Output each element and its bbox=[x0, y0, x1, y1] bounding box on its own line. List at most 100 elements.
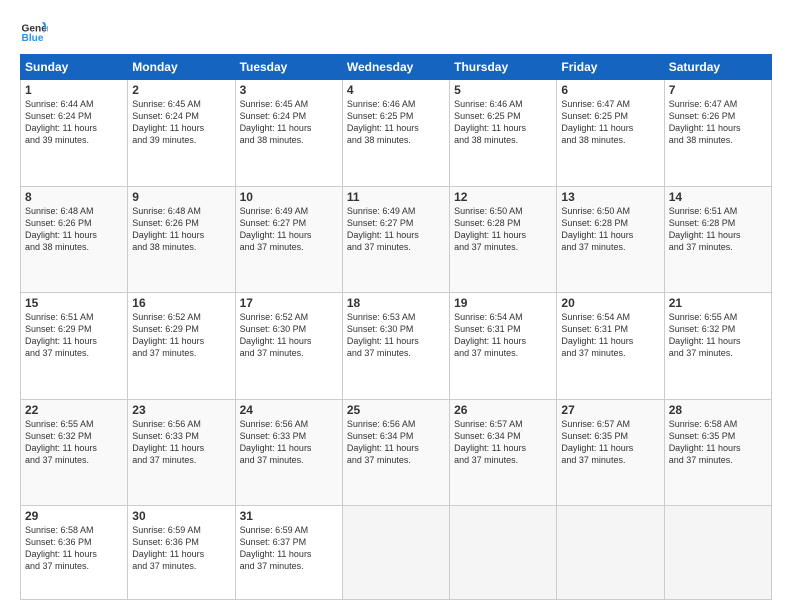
cell-details: Sunrise: 6:50 AMSunset: 6:28 PMDaylight:… bbox=[561, 206, 633, 252]
day-number: 28 bbox=[669, 403, 767, 417]
header-row: SundayMondayTuesdayWednesdayThursdayFrid… bbox=[21, 55, 772, 80]
day-number: 26 bbox=[454, 403, 552, 417]
cell-details: Sunrise: 6:56 AMSunset: 6:33 PMDaylight:… bbox=[132, 419, 204, 465]
week-row-5: 29 Sunrise: 6:58 AMSunset: 6:36 PMDaylig… bbox=[21, 506, 772, 600]
day-number: 10 bbox=[240, 190, 338, 204]
day-number: 16 bbox=[132, 296, 230, 310]
cell-details: Sunrise: 6:46 AMSunset: 6:25 PMDaylight:… bbox=[347, 99, 419, 145]
day-number: 25 bbox=[347, 403, 445, 417]
day-number: 14 bbox=[669, 190, 767, 204]
cell-details: Sunrise: 6:45 AMSunset: 6:24 PMDaylight:… bbox=[132, 99, 204, 145]
day-number: 9 bbox=[132, 190, 230, 204]
calendar-cell: 6 Sunrise: 6:47 AMSunset: 6:25 PMDayligh… bbox=[557, 80, 664, 187]
calendar-cell: 10 Sunrise: 6:49 AMSunset: 6:27 PMDaylig… bbox=[235, 186, 342, 293]
calendar-cell: 11 Sunrise: 6:49 AMSunset: 6:27 PMDaylig… bbox=[342, 186, 449, 293]
day-number: 1 bbox=[25, 83, 123, 97]
calendar-cell: 9 Sunrise: 6:48 AMSunset: 6:26 PMDayligh… bbox=[128, 186, 235, 293]
calendar-cell bbox=[342, 506, 449, 600]
day-number: 8 bbox=[25, 190, 123, 204]
calendar-cell bbox=[557, 506, 664, 600]
day-number: 17 bbox=[240, 296, 338, 310]
calendar-cell bbox=[664, 506, 771, 600]
calendar-cell: 17 Sunrise: 6:52 AMSunset: 6:30 PMDaylig… bbox=[235, 293, 342, 400]
calendar-cell: 14 Sunrise: 6:51 AMSunset: 6:28 PMDaylig… bbox=[664, 186, 771, 293]
day-number: 12 bbox=[454, 190, 552, 204]
col-header-sunday: Sunday bbox=[21, 55, 128, 80]
cell-details: Sunrise: 6:55 AMSunset: 6:32 PMDaylight:… bbox=[669, 312, 741, 358]
day-number: 5 bbox=[454, 83, 552, 97]
day-number: 19 bbox=[454, 296, 552, 310]
cell-details: Sunrise: 6:57 AMSunset: 6:34 PMDaylight:… bbox=[454, 419, 526, 465]
calendar-cell: 3 Sunrise: 6:45 AMSunset: 6:24 PMDayligh… bbox=[235, 80, 342, 187]
col-header-wednesday: Wednesday bbox=[342, 55, 449, 80]
cell-details: Sunrise: 6:55 AMSunset: 6:32 PMDaylight:… bbox=[25, 419, 97, 465]
cell-details: Sunrise: 6:56 AMSunset: 6:33 PMDaylight:… bbox=[240, 419, 312, 465]
header: General Blue bbox=[20, 16, 772, 44]
calendar-cell: 25 Sunrise: 6:56 AMSunset: 6:34 PMDaylig… bbox=[342, 399, 449, 506]
cell-details: Sunrise: 6:48 AMSunset: 6:26 PMDaylight:… bbox=[132, 206, 204, 252]
page: General Blue SundayMondayTuesdayWednesda… bbox=[0, 0, 792, 612]
calendar-cell: 8 Sunrise: 6:48 AMSunset: 6:26 PMDayligh… bbox=[21, 186, 128, 293]
calendar-cell: 2 Sunrise: 6:45 AMSunset: 6:24 PMDayligh… bbox=[128, 80, 235, 187]
day-number: 18 bbox=[347, 296, 445, 310]
calendar-cell bbox=[450, 506, 557, 600]
day-number: 23 bbox=[132, 403, 230, 417]
cell-details: Sunrise: 6:46 AMSunset: 6:25 PMDaylight:… bbox=[454, 99, 526, 145]
cell-details: Sunrise: 6:50 AMSunset: 6:28 PMDaylight:… bbox=[454, 206, 526, 252]
calendar-cell: 19 Sunrise: 6:54 AMSunset: 6:31 PMDaylig… bbox=[450, 293, 557, 400]
cell-details: Sunrise: 6:47 AMSunset: 6:25 PMDaylight:… bbox=[561, 99, 633, 145]
calendar-cell: 18 Sunrise: 6:53 AMSunset: 6:30 PMDaylig… bbox=[342, 293, 449, 400]
col-header-friday: Friday bbox=[557, 55, 664, 80]
day-number: 7 bbox=[669, 83, 767, 97]
cell-details: Sunrise: 6:51 AMSunset: 6:29 PMDaylight:… bbox=[25, 312, 97, 358]
cell-details: Sunrise: 6:58 AMSunset: 6:36 PMDaylight:… bbox=[25, 525, 97, 571]
day-number: 24 bbox=[240, 403, 338, 417]
cell-details: Sunrise: 6:57 AMSunset: 6:35 PMDaylight:… bbox=[561, 419, 633, 465]
week-row-2: 8 Sunrise: 6:48 AMSunset: 6:26 PMDayligh… bbox=[21, 186, 772, 293]
calendar-cell: 22 Sunrise: 6:55 AMSunset: 6:32 PMDaylig… bbox=[21, 399, 128, 506]
calendar-cell: 16 Sunrise: 6:52 AMSunset: 6:29 PMDaylig… bbox=[128, 293, 235, 400]
day-number: 30 bbox=[132, 509, 230, 523]
cell-details: Sunrise: 6:44 AMSunset: 6:24 PMDaylight:… bbox=[25, 99, 97, 145]
calendar-table: SundayMondayTuesdayWednesdayThursdayFrid… bbox=[20, 54, 772, 600]
day-number: 15 bbox=[25, 296, 123, 310]
cell-details: Sunrise: 6:59 AMSunset: 6:36 PMDaylight:… bbox=[132, 525, 204, 571]
day-number: 2 bbox=[132, 83, 230, 97]
svg-text:Blue: Blue bbox=[22, 33, 44, 44]
day-number: 21 bbox=[669, 296, 767, 310]
calendar-cell: 29 Sunrise: 6:58 AMSunset: 6:36 PMDaylig… bbox=[21, 506, 128, 600]
cell-details: Sunrise: 6:49 AMSunset: 6:27 PMDaylight:… bbox=[240, 206, 312, 252]
week-row-1: 1 Sunrise: 6:44 AMSunset: 6:24 PMDayligh… bbox=[21, 80, 772, 187]
calendar-cell: 24 Sunrise: 6:56 AMSunset: 6:33 PMDaylig… bbox=[235, 399, 342, 506]
day-number: 3 bbox=[240, 83, 338, 97]
calendar-cell: 20 Sunrise: 6:54 AMSunset: 6:31 PMDaylig… bbox=[557, 293, 664, 400]
cell-details: Sunrise: 6:48 AMSunset: 6:26 PMDaylight:… bbox=[25, 206, 97, 252]
col-header-tuesday: Tuesday bbox=[235, 55, 342, 80]
calendar-cell: 5 Sunrise: 6:46 AMSunset: 6:25 PMDayligh… bbox=[450, 80, 557, 187]
cell-details: Sunrise: 6:49 AMSunset: 6:27 PMDaylight:… bbox=[347, 206, 419, 252]
calendar-cell: 13 Sunrise: 6:50 AMSunset: 6:28 PMDaylig… bbox=[557, 186, 664, 293]
cell-details: Sunrise: 6:45 AMSunset: 6:24 PMDaylight:… bbox=[240, 99, 312, 145]
cell-details: Sunrise: 6:52 AMSunset: 6:29 PMDaylight:… bbox=[132, 312, 204, 358]
day-number: 11 bbox=[347, 190, 445, 204]
cell-details: Sunrise: 6:54 AMSunset: 6:31 PMDaylight:… bbox=[561, 312, 633, 358]
cell-details: Sunrise: 6:56 AMSunset: 6:34 PMDaylight:… bbox=[347, 419, 419, 465]
cell-details: Sunrise: 6:58 AMSunset: 6:35 PMDaylight:… bbox=[669, 419, 741, 465]
calendar-cell: 23 Sunrise: 6:56 AMSunset: 6:33 PMDaylig… bbox=[128, 399, 235, 506]
logo: General Blue bbox=[20, 16, 52, 44]
cell-details: Sunrise: 6:52 AMSunset: 6:30 PMDaylight:… bbox=[240, 312, 312, 358]
cell-details: Sunrise: 6:47 AMSunset: 6:26 PMDaylight:… bbox=[669, 99, 741, 145]
day-number: 22 bbox=[25, 403, 123, 417]
calendar-cell: 7 Sunrise: 6:47 AMSunset: 6:26 PMDayligh… bbox=[664, 80, 771, 187]
calendar-cell: 1 Sunrise: 6:44 AMSunset: 6:24 PMDayligh… bbox=[21, 80, 128, 187]
calendar-cell: 28 Sunrise: 6:58 AMSunset: 6:35 PMDaylig… bbox=[664, 399, 771, 506]
day-number: 27 bbox=[561, 403, 659, 417]
col-header-thursday: Thursday bbox=[450, 55, 557, 80]
col-header-saturday: Saturday bbox=[664, 55, 771, 80]
day-number: 31 bbox=[240, 509, 338, 523]
day-number: 4 bbox=[347, 83, 445, 97]
day-number: 13 bbox=[561, 190, 659, 204]
logo-icon: General Blue bbox=[20, 16, 48, 44]
day-number: 6 bbox=[561, 83, 659, 97]
cell-details: Sunrise: 6:51 AMSunset: 6:28 PMDaylight:… bbox=[669, 206, 741, 252]
